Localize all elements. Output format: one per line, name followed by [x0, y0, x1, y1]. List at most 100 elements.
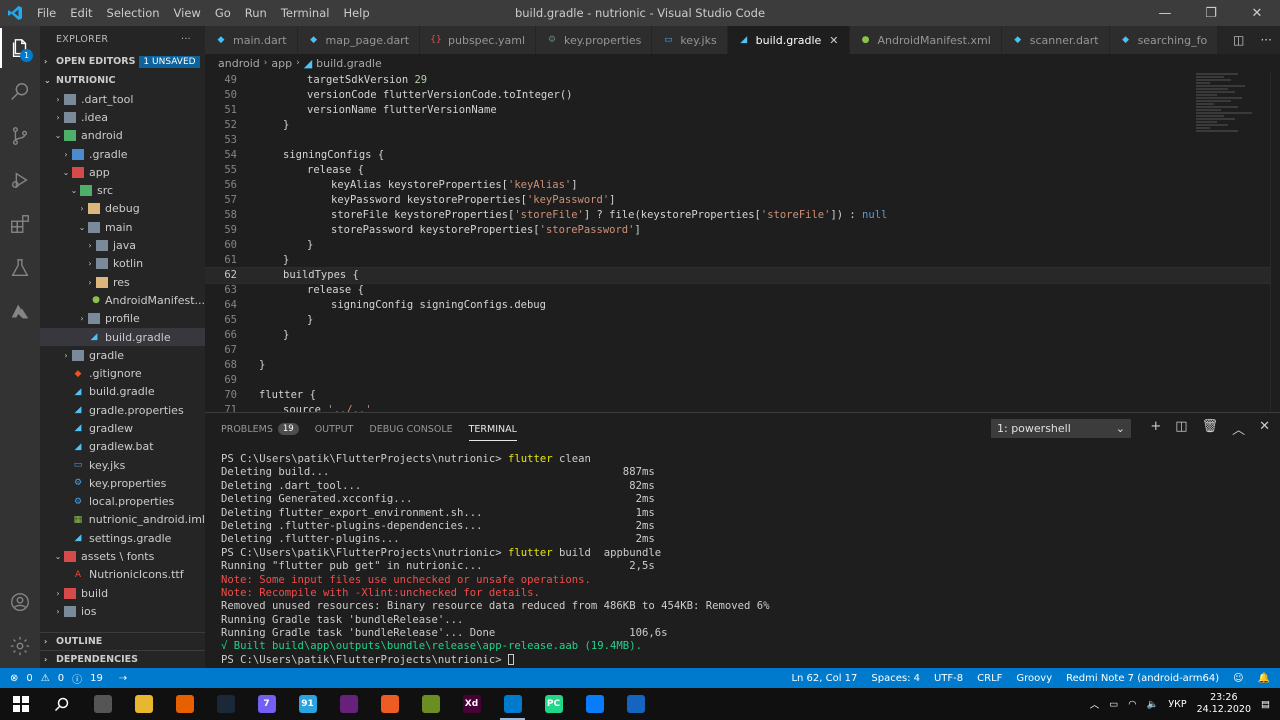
- clock[interactable]: 23:26 24.12.2020: [1197, 692, 1251, 716]
- notifications-bell-icon[interactable]: 🔔: [1258, 673, 1270, 684]
- more-actions-icon[interactable]: ···: [181, 34, 191, 45]
- editor-tab[interactable]: ◆ map_page.dart: [297, 26, 421, 54]
- terminal-output[interactable]: PS C:\Users\patik\FlutterProjects\nutrio…: [221, 453, 770, 667]
- outline-section[interactable]: › OUTLINE: [40, 632, 205, 650]
- tree-item[interactable]: › ios: [40, 602, 205, 620]
- tree-item[interactable]: ▦ nutrionic_android.iml: [40, 511, 205, 529]
- tree-item[interactable]: ◆ .gitignore: [40, 364, 205, 382]
- project-section[interactable]: ⌄ NUTRIONIC: [40, 71, 205, 90]
- viber-icon[interactable]: 7: [246, 688, 287, 720]
- search-icon[interactable]: [0, 70, 40, 114]
- editor-tab[interactable]: ◆ scanner.dart: [1001, 26, 1110, 54]
- tree-item[interactable]: › .gradle: [40, 145, 205, 163]
- menu-item-go[interactable]: Go: [208, 0, 238, 26]
- breadcrumb-item[interactable]: build.gradle: [316, 57, 382, 70]
- tree-item[interactable]: › gradle: [40, 346, 205, 364]
- editor-tab[interactable]: ◆ searching_fo: [1109, 26, 1219, 54]
- tree-item[interactable]: ⌄ src: [40, 181, 205, 199]
- indentation[interactable]: Spaces: 4: [871, 673, 920, 684]
- tab-problems[interactable]: PROBLEMS 19: [221, 413, 299, 445]
- close-window-button[interactable]: ✕: [1234, 0, 1280, 26]
- feedback-icon[interactable]: ☺: [1233, 673, 1243, 684]
- chevron-up-icon[interactable]: ︿: [1232, 419, 1245, 438]
- line-ending[interactable]: CRLF: [977, 673, 1002, 684]
- postman-icon[interactable]: [369, 688, 410, 720]
- account-icon[interactable]: [0, 580, 40, 624]
- language-mode[interactable]: Groovy: [1016, 673, 1052, 684]
- editor-tab[interactable]: {} pubspec.yaml: [420, 26, 536, 54]
- menu-item-selection[interactable]: Selection: [100, 0, 167, 26]
- device-selector[interactable]: Redmi Note 7 (android-arm64): [1066, 673, 1219, 684]
- split-editor-icon[interactable]: ◫: [1233, 33, 1244, 47]
- editor-tab[interactable]: ▭ key.jks: [652, 26, 728, 54]
- tree-item[interactable]: › debug: [40, 200, 205, 218]
- input-language[interactable]: УКР: [1168, 699, 1186, 710]
- tree-item[interactable]: ◢ gradle.properties: [40, 401, 205, 419]
- explorer-icon[interactable]: 1: [0, 26, 40, 70]
- tree-item[interactable]: ⌄ android: [40, 127, 205, 145]
- minimize-button[interactable]: —: [1142, 0, 1188, 26]
- tree-item[interactable]: ● AndroidManifest...: [40, 291, 205, 309]
- editor-tab[interactable]: ⚙ key.properties: [536, 26, 653, 54]
- menu-item-run[interactable]: Run: [238, 0, 274, 26]
- editor-scrollbar[interactable]: [1270, 72, 1280, 412]
- steam-icon[interactable]: [205, 688, 246, 720]
- menu-item-help[interactable]: Help: [336, 0, 376, 26]
- adobe-xd-icon[interactable]: Xd: [451, 688, 492, 720]
- tree-item[interactable]: › java: [40, 236, 205, 254]
- network-icon[interactable]: ▭: [1109, 699, 1118, 710]
- file-explorer-icon[interactable]: [123, 688, 164, 720]
- tree-item[interactable]: ⌄ assets \ fonts: [40, 547, 205, 565]
- split-terminal-icon[interactable]: ◫: [1175, 419, 1187, 438]
- tray-chevron-up-icon[interactable]: ︿: [1090, 697, 1100, 711]
- close-tab-icon[interactable]: ✕: [829, 34, 838, 47]
- menu-item-view[interactable]: View: [167, 0, 208, 26]
- app-blue-icon[interactable]: [615, 688, 656, 720]
- cursor-position[interactable]: Ln 62, Col 17: [791, 673, 857, 684]
- task-view-icon[interactable]: [82, 688, 123, 720]
- testing-flask-icon[interactable]: [0, 246, 40, 290]
- tree-item[interactable]: A NutrionicIcons.ttf: [40, 566, 205, 584]
- encoding[interactable]: UTF-8: [934, 673, 963, 684]
- action-center-icon[interactable]: ▤: [1261, 699, 1270, 710]
- android-app-icon[interactable]: [410, 688, 451, 720]
- menu-item-file[interactable]: File: [30, 0, 63, 26]
- tree-item[interactable]: ⚙ local.properties: [40, 493, 205, 511]
- settings-gear-icon[interactable]: [0, 624, 40, 668]
- extensions-icon[interactable]: [0, 202, 40, 246]
- source-control-icon[interactable]: [0, 114, 40, 158]
- windows-start-icon[interactable]: [0, 688, 41, 720]
- tree-item[interactable]: ◢ build.gradle: [40, 327, 205, 347]
- telegram-icon[interactable]: 91: [287, 688, 328, 720]
- tree-item[interactable]: › kotlin: [40, 255, 205, 273]
- tree-item[interactable]: ⚙ key.properties: [40, 474, 205, 492]
- menu-item-edit[interactable]: Edit: [63, 0, 99, 26]
- trash-icon[interactable]: 🗑: [1202, 419, 1219, 438]
- close-panel-icon[interactable]: ✕: [1259, 419, 1270, 438]
- tab-output[interactable]: OUTPUT: [315, 413, 354, 445]
- tab-terminal[interactable]: TERMINAL: [468, 413, 518, 445]
- tree-item[interactable]: ◢ build.gradle: [40, 383, 205, 401]
- tree-item[interactable]: ▭ key.jks: [40, 456, 205, 474]
- minimap[interactable]: [1196, 72, 1266, 192]
- tree-item[interactable]: ⌄ app: [40, 163, 205, 181]
- breadcrumb-item[interactable]: android: [218, 57, 260, 70]
- tree-item[interactable]: › .dart_tool: [40, 90, 205, 108]
- jetbrains-icon[interactable]: [574, 688, 615, 720]
- tree-item[interactable]: ◢ gradlew.bat: [40, 438, 205, 456]
- maximize-button[interactable]: ❐: [1188, 0, 1234, 26]
- firefox-icon[interactable]: [164, 688, 205, 720]
- code-editor[interactable]: 49 targetSdkVersion 29 50 versionCode flutt…: [205, 72, 1280, 412]
- open-editors-section[interactable]: › OPEN EDITORS 1 UNSAVED: [40, 52, 205, 71]
- tree-item[interactable]: › res: [40, 273, 205, 291]
- editor-tab[interactable]: ● AndroidManifest.xml: [849, 26, 1002, 54]
- new-terminal-icon[interactable]: +: [1150, 419, 1161, 438]
- vscode-icon[interactable]: [492, 688, 533, 720]
- dependencies-section[interactable]: › DEPENDENCIES: [40, 650, 205, 668]
- tree-item[interactable]: ◢ settings.gradle: [40, 529, 205, 547]
- more-icon[interactable]: ···: [1260, 33, 1271, 47]
- volume-icon[interactable]: 🔈: [1147, 699, 1159, 710]
- status-left[interactable]: ⊗ 0 ⚠ 0 ⓘ 19 ⇢: [0, 671, 127, 686]
- visual-studio-icon[interactable]: [328, 688, 369, 720]
- pycharm-icon[interactable]: PC: [533, 688, 574, 720]
